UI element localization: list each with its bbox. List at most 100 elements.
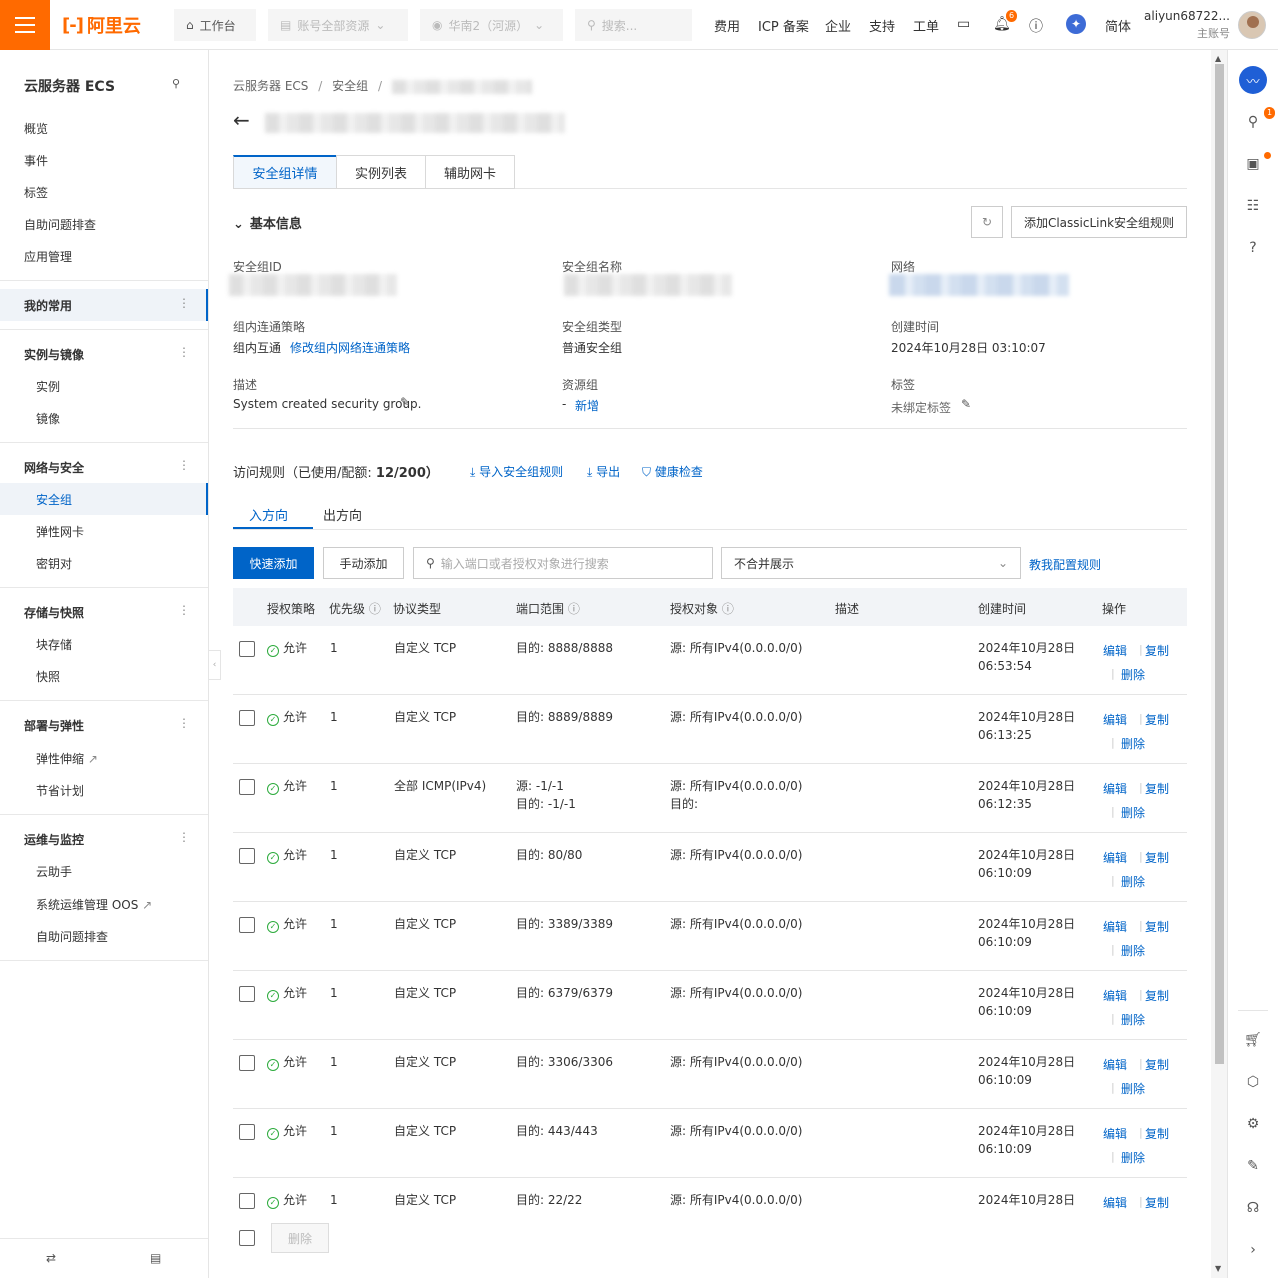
nav-billing[interactable]: 费用 <box>714 16 740 35</box>
app-icon[interactable]: ⬡ <box>1241 1070 1265 1094</box>
merge-display-select[interactable]: 不合并展示 ⌄ <box>721 547 1021 579</box>
cart-icon[interactable]: 🛒︎ <box>1241 1028 1265 1052</box>
copy-link[interactable]: 复制 <box>1145 1194 1169 1211</box>
add-classiclink-rule-button[interactable]: 添加ClassicLink安全组规则 <box>1011 206 1187 238</box>
row-checkbox[interactable] <box>239 986 255 1002</box>
edit-link[interactable]: 编辑 <box>1103 987 1127 1004</box>
row-checkbox[interactable] <box>239 710 255 726</box>
import-rules-link[interactable]: ⤓ 导入安全组规则 <box>470 463 563 480</box>
sidebar-group-favorites[interactable]: 我的常用 <box>24 297 72 314</box>
avatar[interactable] <box>1238 11 1266 39</box>
tab-security-group-details[interactable]: 安全组详情 <box>233 155 337 189</box>
sidebar-group-instances[interactable]: 实例与镜像 <box>24 346 84 363</box>
delete-link[interactable]: 删除 <box>1121 666 1145 683</box>
delete-link[interactable]: 删除 <box>1121 804 1145 821</box>
global-search-input[interactable]: ⚲ 搜索... <box>575 9 692 41</box>
headset-icon[interactable]: ☊ <box>1241 1196 1265 1220</box>
ai-assistant-icon[interactable]: ✦ <box>1066 14 1086 34</box>
page-scrollbar[interactable]: ▲ ▼ <box>1211 50 1227 1278</box>
ai-chat-icon[interactable]: 〰 <box>1239 66 1267 94</box>
chevron-right-icon[interactable]: › <box>1241 1238 1265 1262</box>
copy-link[interactable]: 复制 <box>1145 1125 1169 1142</box>
tab-outbound[interactable]: 出方向 <box>323 505 362 524</box>
edit-link[interactable]: 编辑 <box>1103 780 1127 797</box>
delete-link[interactable]: 删除 <box>1121 1080 1145 1097</box>
row-checkbox[interactable] <box>239 779 255 795</box>
sidebar-item-instance[interactable]: 实例 <box>36 378 60 395</box>
copy-link[interactable]: 复制 <box>1145 987 1169 1004</box>
workbench-button[interactable]: ⌂ 工作台 <box>174 9 256 41</box>
row-checkbox[interactable] <box>239 641 255 657</box>
sidebar-item-image[interactable]: 镜像 <box>36 410 60 427</box>
sidebar-item-security-group[interactable]: 安全组 <box>36 491 72 508</box>
user-menu[interactable]: aliyun68722... 主账号 <box>1144 8 1230 42</box>
edit-link[interactable]: 编辑 <box>1103 711 1127 728</box>
scroll-up-icon[interactable]: ▲ <box>1215 54 1221 63</box>
row-checkbox[interactable] <box>239 848 255 864</box>
more-icon[interactable]: ⋮ <box>178 830 190 844</box>
nav-ticket[interactable]: 工单 <box>913 16 939 35</box>
region-dropdown[interactable]: ◉ 华南2（河源） ⌄ <box>420 9 563 41</box>
basic-info-title[interactable]: ⌄ 基本信息 <box>233 213 302 232</box>
sidebar-group-storage[interactable]: 存储与快照 <box>24 604 84 621</box>
pen-icon[interactable]: ✎ <box>1241 1154 1265 1178</box>
nav-icp[interactable]: ICP 备案 <box>758 16 809 35</box>
delete-link[interactable]: 删除 <box>1121 1149 1145 1166</box>
sidebar-item-oos[interactable]: 系统运维管理 OOS ↗ <box>36 896 152 913</box>
more-icon[interactable]: ⋮ <box>178 345 190 359</box>
edit-link[interactable]: 编辑 <box>1103 1125 1127 1142</box>
edit-link[interactable]: 编辑 <box>1103 1056 1127 1073</box>
copy-link[interactable]: 复制 <box>1145 711 1169 728</box>
edit-link[interactable]: 编辑 <box>1103 918 1127 935</box>
delete-link[interactable]: 删除 <box>1121 735 1145 752</box>
more-icon[interactable]: ⋮ <box>178 296 190 310</box>
row-checkbox[interactable] <box>239 1055 255 1071</box>
sidebar-item-cloud-assistant[interactable]: 云助手 <box>36 863 72 880</box>
help-icon[interactable]: ? <box>1241 236 1265 260</box>
sidebar-group-ops[interactable]: 运维与监控 <box>24 831 84 848</box>
health-check-link[interactable]: ⛉ 健康检查 <box>642 463 703 480</box>
sidebar-item-overview[interactable]: 概览 <box>24 120 48 137</box>
sidebar-item-self-diagnosis-2[interactable]: 自助问题排查 <box>36 928 108 945</box>
sidebar-item-snapshot[interactable]: 快照 <box>36 668 60 685</box>
nav-support[interactable]: 支持 <box>869 16 895 35</box>
swap-icon[interactable]: ⇄ <box>46 1251 56 1265</box>
sidebar-item-eni[interactable]: 弹性网卡 <box>36 523 84 540</box>
help-icon[interactable]: ⓘ <box>722 602 734 616</box>
help-icon[interactable]: ⓘ <box>1029 16 1043 36</box>
tab-inbound[interactable]: 入方向 <box>249 505 288 524</box>
select-all-checkbox[interactable] <box>239 1230 255 1246</box>
account-resources-dropdown[interactable]: ▤ 账号全部资源 ⌄ <box>268 9 408 41</box>
menu-icon[interactable] <box>0 0 50 50</box>
more-icon[interactable]: ⋮ <box>178 603 190 617</box>
network-link-redacted[interactable] <box>889 274 1069 296</box>
copy-link[interactable]: 复制 <box>1145 849 1169 866</box>
more-icon[interactable]: ⋮ <box>178 458 190 472</box>
teach-config-link[interactable]: 教我配置规则 <box>1029 556 1101 573</box>
brand-logo[interactable]: [-] 阿里云 <box>62 13 141 38</box>
delete-link[interactable]: 删除 <box>1121 1011 1145 1028</box>
rule-search-input[interactable]: ⚲ 输入端口或者授权对象进行搜索 <box>413 547 713 579</box>
sidebar-item-self-diagnosis[interactable]: 自助问题排查 <box>24 216 96 233</box>
terminal-icon[interactable]: ▭ <box>957 16 970 32</box>
search-icon[interactable]: ⚲ <box>172 77 180 90</box>
add-resource-group-link[interactable]: 新增 <box>575 397 599 414</box>
breadcrumb-security-group[interactable]: 安全组 <box>332 79 368 93</box>
layout-icon[interactable]: ▤ <box>150 1251 161 1265</box>
tab-secondary-eni[interactable]: 辅助网卡 <box>425 155 515 189</box>
quick-add-button[interactable]: 快速添加 <box>233 547 314 579</box>
modify-intra-policy-link[interactable]: 修改组内网络连通策略 <box>290 339 410 356</box>
copy-link[interactable]: 复制 <box>1145 642 1169 659</box>
copy-link[interactable]: 复制 <box>1145 1056 1169 1073</box>
copy-link[interactable]: 复制 <box>1145 918 1169 935</box>
sidebar-group-network[interactable]: 网络与安全 <box>24 459 84 476</box>
delete-link[interactable]: 删除 <box>1121 942 1145 959</box>
edit-link[interactable]: 编辑 <box>1103 642 1127 659</box>
checklist-icon[interactable]: ☷ <box>1241 194 1265 218</box>
row-checkbox[interactable] <box>239 1124 255 1140</box>
refresh-button[interactable]: ↻ <box>971 206 1003 238</box>
sidebar-item-app-management[interactable]: 应用管理 <box>24 248 72 265</box>
gear-icon[interactable]: ⚙ <box>1241 1112 1265 1136</box>
language-switch[interactable]: 简体 <box>1105 16 1131 35</box>
sidebar-item-events[interactable]: 事件 <box>24 152 48 169</box>
